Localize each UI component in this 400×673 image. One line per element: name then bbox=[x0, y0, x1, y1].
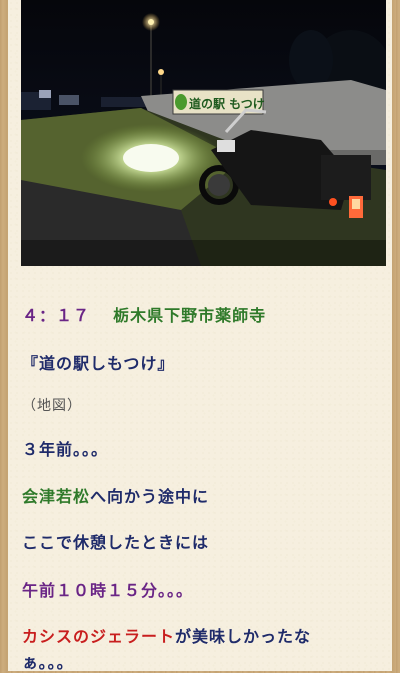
time-location-line: ４：１７ 栃木県下野市薬師寺 bbox=[22, 302, 266, 326]
post-time: ４：１７ bbox=[22, 306, 91, 325]
map-link[interactable]: （地図） bbox=[22, 395, 82, 415]
line-gelato: カシスのジェラートが美味しかったな bbox=[22, 623, 311, 647]
line-end: ぁ。。。 bbox=[22, 653, 74, 672]
line-aizu-rest: へ向かう途中に bbox=[90, 487, 210, 506]
sign-text: 道の駅 もつけ bbox=[189, 96, 265, 111]
line-aizu: 会津若松へ向かう途中に bbox=[22, 483, 209, 507]
night-photo-motorcycle-image: 道の駅 もつけ bbox=[21, 0, 386, 266]
line-time: 午前１０時１５分。。。 bbox=[22, 581, 194, 600]
line-years: ３年前。。。 bbox=[22, 440, 109, 459]
post-photo[interactable]: 道の駅 もつけ bbox=[21, 0, 386, 266]
gelato-name: カシスのジェラート bbox=[22, 627, 176, 646]
post-location: 栃木県下野市薬師寺 bbox=[113, 306, 267, 325]
line-gelato-rest: が美味しかったな bbox=[175, 627, 312, 646]
station-name: 『道の駅しもつけ』 bbox=[22, 354, 175, 373]
blog-post-paper: 道の駅 もつけ ４：１７ 栃木県下野市薬師寺 『道の駅しもつけ』 （地図） ３年… bbox=[8, 0, 392, 672]
place-aizu: 会津若松 bbox=[22, 487, 91, 506]
line-rest: ここで休憩したときには bbox=[22, 533, 210, 552]
